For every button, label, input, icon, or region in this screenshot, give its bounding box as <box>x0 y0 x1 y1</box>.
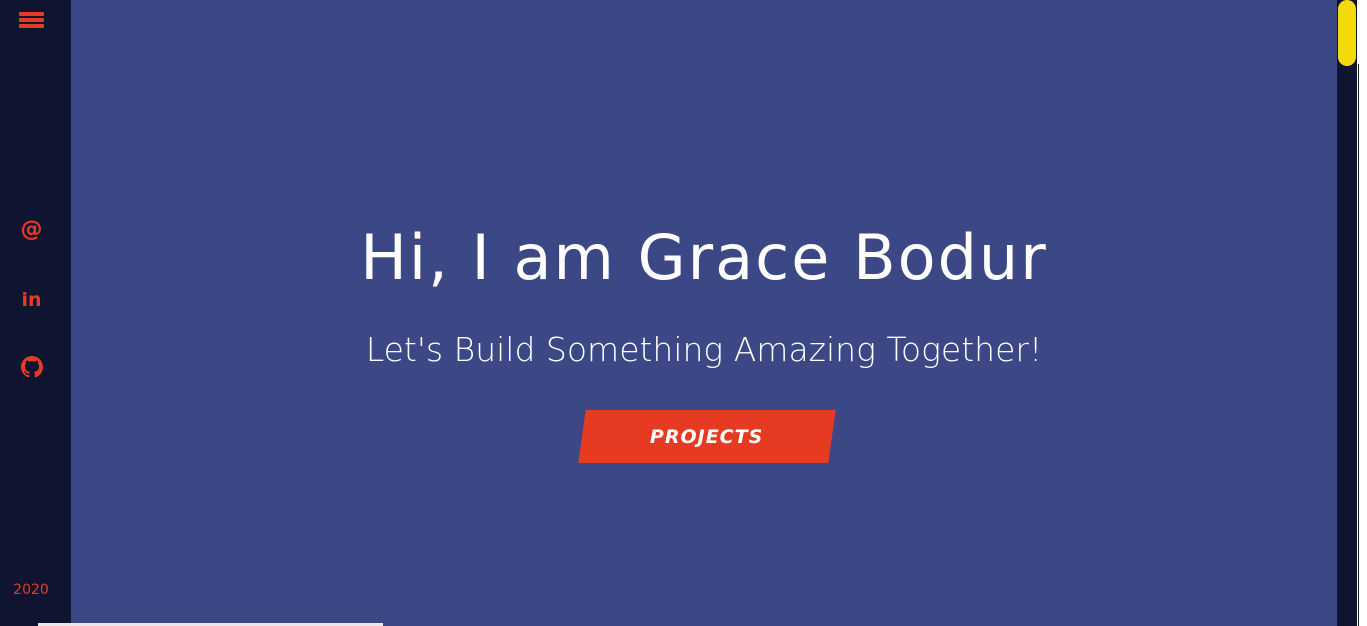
portfolio-page: @ in 2020 Hi, I am Grace Bodur Let's Bui… <box>0 0 1367 626</box>
hamburger-line <box>19 24 44 28</box>
projects-button[interactable]: PROJECTS <box>578 410 836 463</box>
hero-subtitle: Let's Build Something Amazing Together! <box>365 330 1043 369</box>
scrollbar-thumb[interactable] <box>1338 0 1356 66</box>
projects-button-label: PROJECTS <box>650 425 764 448</box>
window-edge-divider <box>1358 64 1359 626</box>
github-icon[interactable] <box>0 356 63 380</box>
copyright-year: 2020 <box>13 582 49 598</box>
hero-title: Hi, I am Grace Bodur <box>360 221 1048 294</box>
hamburger-menu-icon[interactable] <box>19 12 44 30</box>
at-sign-icon[interactable]: @ <box>0 218 63 242</box>
hero-section: Hi, I am Grace Bodur Let's Build Somethi… <box>71 0 1337 626</box>
scrollbar[interactable] <box>1337 0 1357 626</box>
hamburger-line <box>19 18 44 22</box>
linkedin-icon[interactable]: in <box>0 289 63 311</box>
sidebar: @ in 2020 <box>0 0 71 626</box>
github-icon-glyph <box>20 356 43 378</box>
hamburger-line <box>19 12 44 16</box>
window-edge <box>1357 0 1367 626</box>
